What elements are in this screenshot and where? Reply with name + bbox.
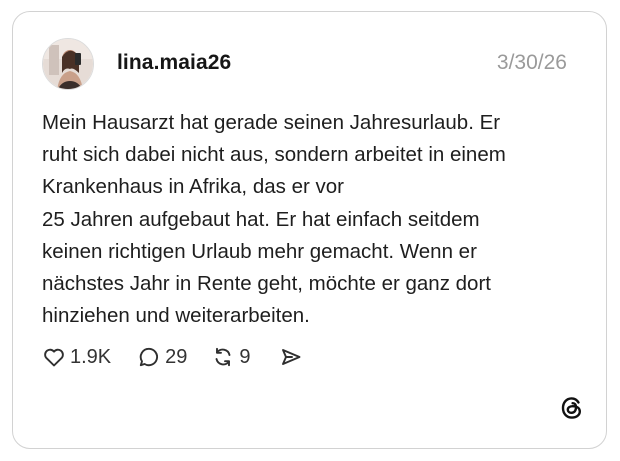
reply-count: 29 (165, 345, 188, 368)
post-body: Mein Hausarzt hat gerade seinen Jahresur… (42, 107, 582, 332)
post-text-line: nächstes Jahr in Rente geht, möchte er g… (42, 272, 491, 296)
threads-logo-icon (558, 394, 586, 422)
avatar[interactable] (42, 38, 94, 90)
post-text-line: 25 Jahren aufgebaut hat. Er hat einfach … (42, 207, 480, 231)
heart-icon (44, 348, 64, 367)
post-text-line: hinziehen und weiterarbeiten. (42, 304, 310, 328)
post-text-line: keinen richtigen Urlaub mehr gemacht. We… (42, 239, 477, 263)
speech-bubble-icon (139, 347, 159, 367)
like-button[interactable]: 1.9K (42, 345, 111, 369)
post-text-line: ruht sich dabei nicht aus, sondern arbei… (42, 143, 506, 167)
post-text-line: Krankenhaus in Afrika, das er vor (42, 175, 344, 199)
reply-button[interactable]: 29 (137, 345, 187, 369)
post-text-line: Mein Hausarzt hat gerade seinen Jahresur… (42, 111, 501, 134)
action-bar: 1.9K 29 9 (42, 343, 303, 371)
username[interactable]: lina.maia26 (117, 51, 231, 75)
repost-count: 9 (239, 345, 251, 368)
like-count: 1.9K (70, 345, 112, 368)
repost-arrows-icon (215, 347, 231, 367)
send-icon (281, 349, 300, 365)
post-date: 3/30/26 (496, 51, 567, 74)
share-button[interactable] (279, 345, 303, 369)
repost-button[interactable]: 9 (211, 345, 251, 369)
